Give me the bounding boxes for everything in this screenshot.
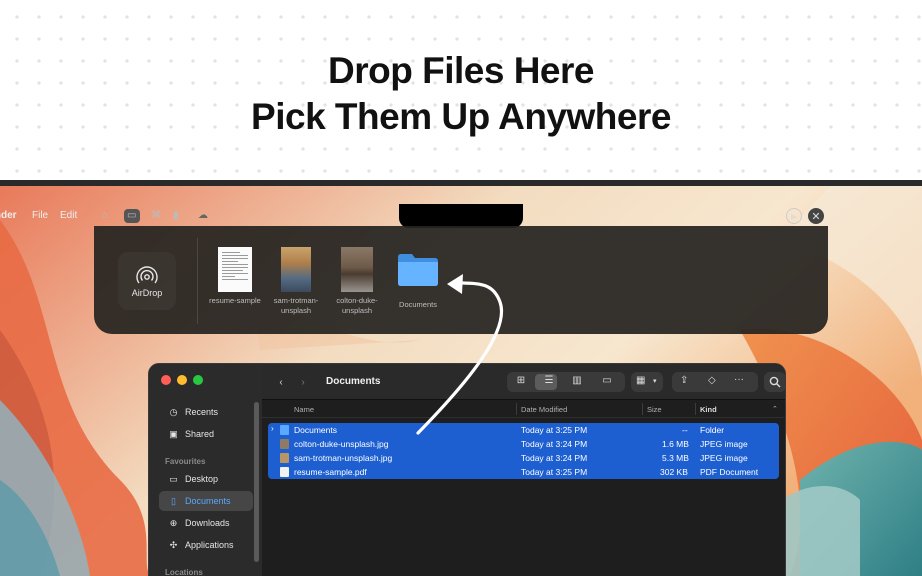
mac-screen: Finder File Edit ⌂ ▭ ⌘ ▮ ☁ ▶ ✕ AirDrop r… (0, 180, 922, 576)
hero-title-line-1: Drop Files Here (328, 50, 594, 91)
drag-arrow-icon (416, 274, 504, 435)
hero-title-line-2: Pick Them Up Anywhere (251, 96, 671, 137)
hero-banner: Drop Files Here Pick Them Up Anywhere (0, 0, 922, 180)
